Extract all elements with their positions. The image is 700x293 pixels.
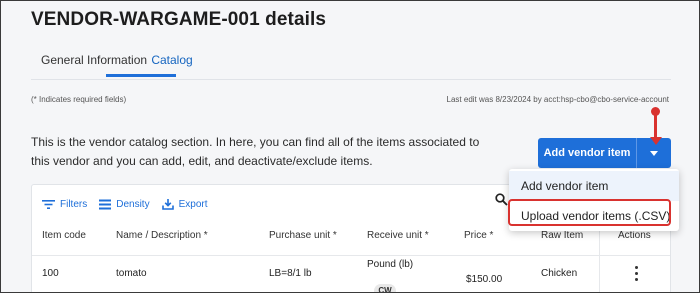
density-button[interactable]: Density: [99, 198, 150, 210]
cell-name: tomato: [116, 268, 147, 279]
tabs-divider: [31, 79, 671, 80]
export-icon: [161, 199, 174, 210]
grid-toolbar: Filters Density Export: [42, 194, 220, 214]
menu-item-add-vendor-item[interactable]: Add vendor item: [509, 171, 679, 201]
cell-receive-unit: Pound (lb): [367, 259, 414, 270]
menu-item-upload-vendor-items-csv[interactable]: Upload vendor items (.CSV): [509, 201, 679, 231]
add-options-dropdown-menu: Add vendor item Upload vendor items (.CS…: [509, 169, 679, 231]
export-button[interactable]: Export: [161, 198, 208, 210]
last-edit-info: Last edit was 8/23/2024 by acct:hsp-cbo@…: [446, 95, 669, 104]
filters-button[interactable]: Filters: [42, 199, 87, 210]
catalog-description: This is the vendor catalog section. In h…: [31, 135, 480, 168]
annotation-arrow-head: [650, 137, 662, 145]
filters-label: Filters: [60, 198, 88, 210]
density-icon: [99, 199, 112, 209]
page-title: VENDOR-WARGAME-001 details: [31, 9, 327, 30]
active-tab-indicator: [106, 74, 176, 77]
column-header-receive-unit[interactable]: Receive unit *: [367, 222, 429, 250]
required-fields-note: (* Indicates required fields): [31, 95, 127, 104]
export-label: Export: [178, 198, 208, 210]
page-frame: VENDOR-WARGAME-001 details General Infor…: [0, 0, 700, 293]
cell-purchase-unit: LB=8/1 lb: [269, 268, 312, 279]
density-label: Density: [116, 198, 150, 210]
column-header-purchase-unit[interactable]: Purchase unit *: [269, 222, 337, 250]
catch-weight-badge: CW: [374, 284, 396, 292]
chevron-down-icon: [650, 150, 658, 156]
filter-icon: [42, 199, 55, 209]
actions-column-divider: [599, 222, 600, 292]
add-vendor-item-button[interactable]: Add vendor item: [538, 138, 636, 168]
more-vert-icon[interactable]: [630, 266, 642, 282]
cell-item-code: 100: [42, 268, 59, 279]
cell-raw-item: Chicken: [541, 268, 578, 279]
column-header-name[interactable]: Name / Description *: [116, 222, 208, 250]
column-header-item-code[interactable]: Item code: [42, 222, 86, 250]
cell-price: $150.00: [466, 274, 503, 285]
column-header-price[interactable]: Price *: [464, 222, 493, 250]
search-icon[interactable]: [495, 193, 508, 206]
